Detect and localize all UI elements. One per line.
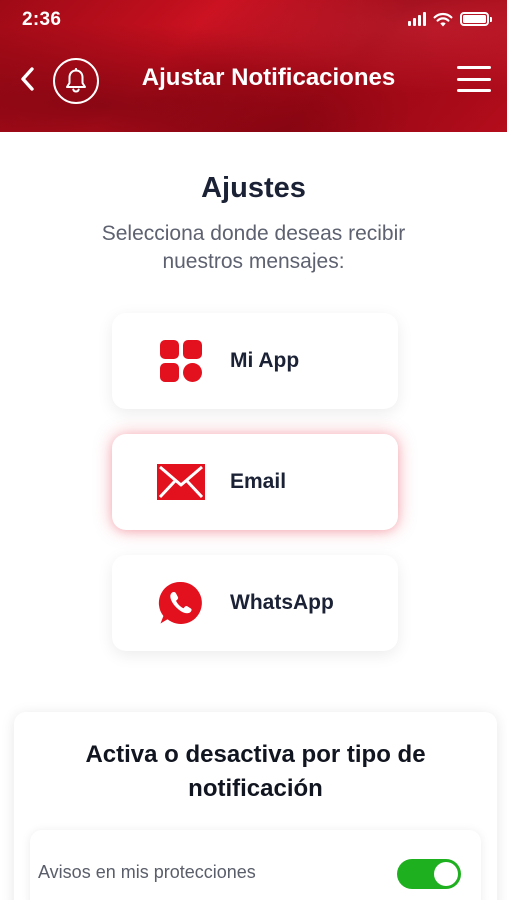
page-title: Ajustar Notificaciones <box>141 64 396 91</box>
notifications-bell-button[interactable] <box>53 58 99 104</box>
envelope-icon <box>156 457 206 507</box>
channel-card-whatsapp[interactable]: WhatsApp <box>112 555 398 651</box>
menu-button[interactable] <box>457 66 491 92</box>
channel-card-email[interactable]: Email <box>112 434 398 530</box>
notification-types-panel: Activa o desactiva por tipo de notificac… <box>14 712 497 900</box>
channel-label: Mi App <box>230 349 300 372</box>
notification-type-toggle[interactable] <box>397 859 461 889</box>
bell-icon <box>66 68 86 93</box>
battery-icon <box>460 12 492 26</box>
toggle-knob <box>434 862 458 886</box>
channel-label: WhatsApp <box>230 591 334 614</box>
signal-icon <box>408 12 426 26</box>
notification-types-title: Activa o desactiva por tipo de notificac… <box>85 741 426 802</box>
app-grid-icon <box>156 336 206 386</box>
status-icons <box>408 10 492 28</box>
section-title: Ajustes <box>201 172 306 204</box>
whatsapp-icon <box>156 578 206 628</box>
chevron-left-icon <box>21 67 34 91</box>
nav-bar: Ajustar Notificaciones <box>0 52 507 106</box>
status-time: 2:36 <box>22 9 62 30</box>
channel-label: Email <box>230 470 287 493</box>
notification-type-label: Avisos en mis protecciones <box>38 862 256 882</box>
app-header: 2:36 Ajustar Notificaciones <box>0 0 507 132</box>
wifi-icon <box>433 12 453 26</box>
section-subtitle: Selecciona donde deseas recibir nuestros… <box>101 222 406 273</box>
back-button[interactable] <box>14 64 40 94</box>
channel-card-app[interactable]: Mi App <box>112 313 398 409</box>
hamburger-menu-icon <box>457 66 491 69</box>
status-bar: 2:36 <box>0 0 507 40</box>
